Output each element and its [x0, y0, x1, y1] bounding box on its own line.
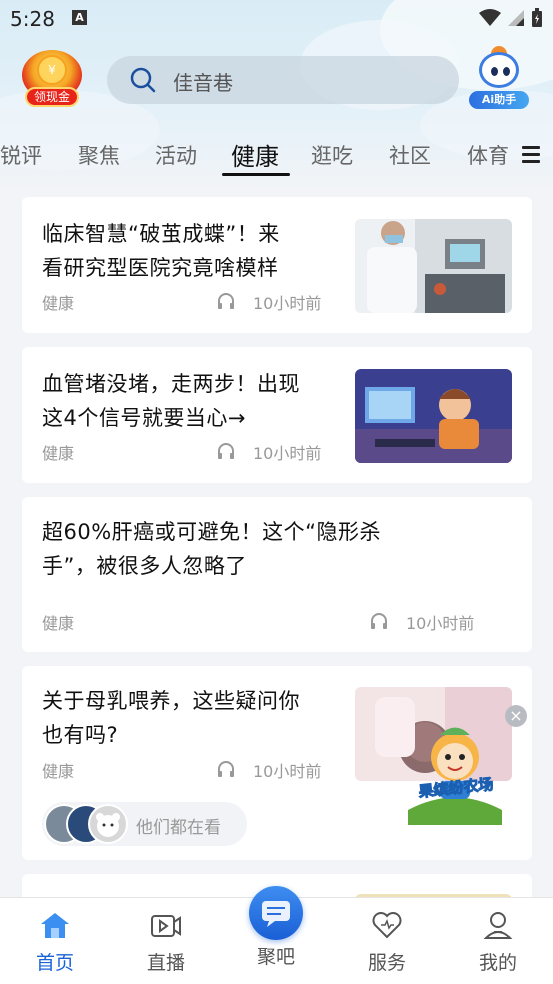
- tab-shequ[interactable]: 社区: [389, 140, 431, 170]
- nav-label: 首页: [35, 952, 74, 974]
- article-title-line: 关于母乳喂养，这些疑问你: [42, 689, 300, 713]
- status-time: 5:28: [10, 7, 55, 31]
- article-category: 健康: [42, 444, 75, 463]
- cash-redpack-button[interactable]: ¥ 领现金: [22, 50, 82, 110]
- farm-game-promo[interactable]: 果缤纷农场: [400, 715, 510, 825]
- signal-icon: [508, 10, 524, 26]
- ai-mascot-icon: [479, 52, 519, 88]
- tab-jiankang[interactable]: 健康: [231, 137, 279, 172]
- article-time: 10小时前: [406, 614, 475, 633]
- app-notification-icon: A: [72, 10, 87, 25]
- article-thumbnail: [355, 219, 512, 313]
- ai-assistant-label: Ai助手: [469, 91, 529, 109]
- channel-menu-icon[interactable]: [522, 146, 540, 163]
- chat-icon: [262, 901, 290, 927]
- article-title: 超60%肝癌或可避免！这个“隐形杀 手”，被很多人忽略了: [42, 515, 381, 583]
- nav-label: 我的: [478, 952, 517, 974]
- bottom-navigation: 首页 直播 聚吧 服务 我的: [0, 886, 553, 984]
- article-title: 关于母乳喂养，这些疑问你 也有吗?: [42, 684, 300, 752]
- article-title-line: 也有吗?: [42, 723, 119, 747]
- active-tab-indicator: [222, 173, 290, 176]
- headphones-icon[interactable]: [216, 442, 236, 460]
- home-icon: [41, 913, 69, 938]
- nav-service[interactable]: 服务: [352, 910, 422, 975]
- tab-jujiao[interactable]: 聚焦: [78, 140, 120, 170]
- status-indicators: [479, 8, 543, 28]
- battery-icon: [532, 8, 542, 27]
- article-title: 血管堵没堵，走两步！出现 这4个信号就要当心→: [42, 367, 300, 435]
- mascot-eye: [491, 67, 498, 76]
- watching-users-bar[interactable]: 他们都在看: [42, 802, 247, 846]
- channel-tabs: 锐评 聚焦 活动 健康 逛吃 社区 体育: [0, 137, 553, 179]
- article-title-line: 手”，被很多人忽略了: [42, 554, 247, 578]
- article-title-line: 临床智慧“破茧成蝶”！来: [42, 222, 280, 246]
- search-icon: [130, 67, 156, 93]
- article-card[interactable]: 超60%肝癌或可避免！这个“隐形杀 手”，被很多人忽略了 健康 10小时前: [22, 497, 532, 652]
- article-title-line: 这4个信号就要当心→: [42, 406, 246, 430]
- yuan-coin-icon: ¥: [37, 55, 67, 85]
- wifi-icon: [479, 9, 501, 26]
- tab-huodong[interactable]: 活动: [155, 140, 197, 170]
- article-category: 健康: [42, 614, 75, 633]
- nav-label: 服务: [367, 952, 406, 974]
- article-time: 10小时前: [253, 444, 322, 463]
- juba-chat-button[interactable]: [249, 886, 303, 940]
- headphones-icon[interactable]: [216, 760, 236, 778]
- nav-mine[interactable]: 我的: [463, 910, 533, 975]
- nav-label: 直播: [146, 952, 185, 974]
- bear-avatar-icon: [96, 813, 120, 837]
- watching-label: 他们都在看: [136, 818, 221, 838]
- redpack-label: 领现金: [25, 87, 79, 107]
- search-placeholder: 佳音巷: [173, 71, 233, 95]
- article-time: 10小时前: [253, 294, 322, 313]
- user-icon: [483, 912, 513, 939]
- search-input[interactable]: 佳音巷: [107, 56, 459, 104]
- farm-mascot-icon: [408, 727, 502, 825]
- article-card[interactable]: 血管堵没堵，走两步！出现 这4个信号就要当心→ 健康 10小时前: [22, 347, 532, 483]
- avatar: [88, 804, 128, 844]
- hospital-lab-image: [355, 219, 512, 313]
- video-icon: [151, 915, 181, 937]
- article-card[interactable]: 临床智慧“破茧成蝶”！来 看研究型医院究竟啥模样 健康 10小时前: [22, 197, 532, 333]
- mascot-eye: [503, 67, 510, 76]
- article-title-line: 超60%肝癌或可避免！这个“隐形杀: [42, 520, 382, 544]
- article-time: 10小时前: [253, 762, 322, 781]
- nav-home[interactable]: 首页: [20, 910, 90, 975]
- article-title-line: 看研究型医院究竟啥模样: [42, 256, 279, 280]
- headphones-icon[interactable]: [369, 612, 389, 630]
- tab-ruiping[interactable]: 锐评: [0, 140, 42, 170]
- article-category: 健康: [42, 762, 75, 781]
- article-category: 健康: [42, 294, 75, 313]
- heart-icon: [372, 912, 402, 939]
- article-thumbnail: [355, 369, 512, 463]
- article-title-line: 血管堵没堵，走两步！出现: [42, 372, 300, 396]
- tired-office-worker-image: [355, 369, 512, 463]
- nav-label[interactable]: 聚吧: [249, 942, 303, 969]
- headphones-icon[interactable]: [216, 292, 236, 310]
- close-icon[interactable]: ×: [505, 705, 527, 727]
- status-bar: 5:28 A: [0, 0, 553, 38]
- article-title: 临床智慧“破茧成蝶”！来 看研究型医院究竟啥模样: [42, 217, 280, 285]
- tab-guangchi[interactable]: 逛吃: [311, 140, 353, 170]
- nav-live[interactable]: 直播: [131, 910, 201, 975]
- tab-tiyu[interactable]: 体育: [467, 140, 509, 170]
- ai-assistant-button[interactable]: Ai助手: [469, 46, 529, 110]
